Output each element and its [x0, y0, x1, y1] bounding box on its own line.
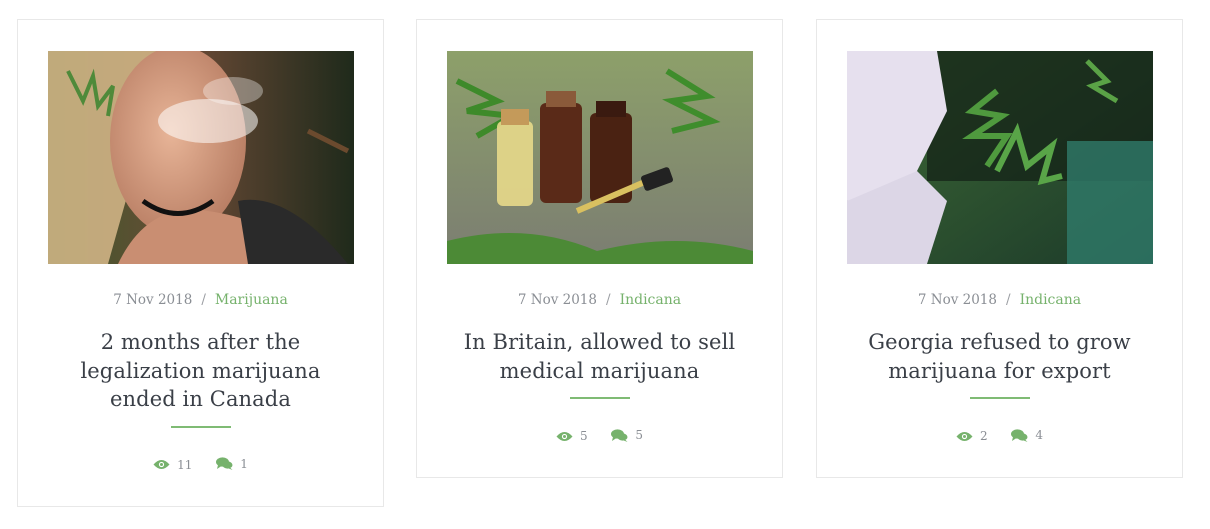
eye-icon — [956, 431, 973, 441]
post-stats: 2 4 — [847, 427, 1152, 446]
comments-stat[interactable]: 5 — [611, 427, 643, 443]
meta-separator: / — [201, 292, 206, 308]
comments-icon — [611, 428, 628, 442]
title-divider — [170, 425, 231, 428]
post-image — [447, 51, 753, 264]
post-meta: 7 Nov 2018 / Indicana — [447, 291, 752, 309]
post-title[interactable]: 2 months after the legalization marijuan… — [48, 328, 353, 414]
eye-icon — [153, 460, 170, 469]
post-meta: 7 Nov 2018 / Indicana — [847, 291, 1152, 309]
meta-separator: / — [1006, 292, 1011, 308]
comments-count: 1 — [240, 456, 248, 471]
post-card: 7 Nov 2018 / Marijuana 2 months after the … — [17, 19, 384, 507]
post-image — [48, 51, 354, 264]
post-category-link[interactable]: Indicana — [1020, 292, 1082, 308]
comments-stat[interactable]: 4 — [1011, 427, 1043, 443]
views-count: 5 — [579, 429, 588, 443]
post-image — [847, 51, 1153, 264]
post-date: 7 Nov 2018 — [917, 292, 997, 308]
post-image-link[interactable] — [48, 51, 354, 264]
meta-separator: / — [606, 292, 611, 308]
comments-icon — [1011, 428, 1028, 442]
views-count: 11 — [177, 457, 193, 472]
post-title[interactable]: In Britain, allowed to sell medical mari… — [447, 328, 752, 385]
post-stats: 5 5 — [447, 427, 752, 446]
post-stats: 11 1 — [48, 456, 353, 475]
comments-icon — [216, 457, 233, 470]
eye-icon — [556, 431, 573, 441]
views-stat[interactable]: 11 — [153, 457, 192, 473]
title-divider — [569, 397, 630, 399]
post-card: 7 Nov 2018 / Indicana Georgia refused to g… — [816, 19, 1183, 478]
views-stat[interactable]: 2 — [956, 428, 988, 444]
post-date: 7 Nov 2018 — [113, 292, 193, 308]
post-meta: 7 Nov 2018 / Marijuana — [48, 291, 353, 309]
views-count: 2 — [979, 429, 988, 443]
comments-count: 5 — [635, 428, 644, 442]
comments-count: 4 — [1035, 428, 1044, 442]
post-category-link[interactable]: Marijuana — [215, 292, 288, 308]
post-image-link[interactable] — [447, 51, 753, 264]
comments-stat[interactable]: 1 — [216, 456, 248, 472]
post-image-link[interactable] — [847, 51, 1153, 264]
post-card: 7 Nov 2018 / Indicana In Britain, allowed … — [416, 19, 783, 478]
post-category-link[interactable]: Indicana — [620, 292, 682, 308]
post-title[interactable]: Georgia refused to grow marijuana for ex… — [847, 328, 1152, 385]
title-divider — [969, 397, 1030, 399]
post-date: 7 Nov 2018 — [517, 292, 597, 308]
views-stat[interactable]: 5 — [556, 428, 588, 444]
